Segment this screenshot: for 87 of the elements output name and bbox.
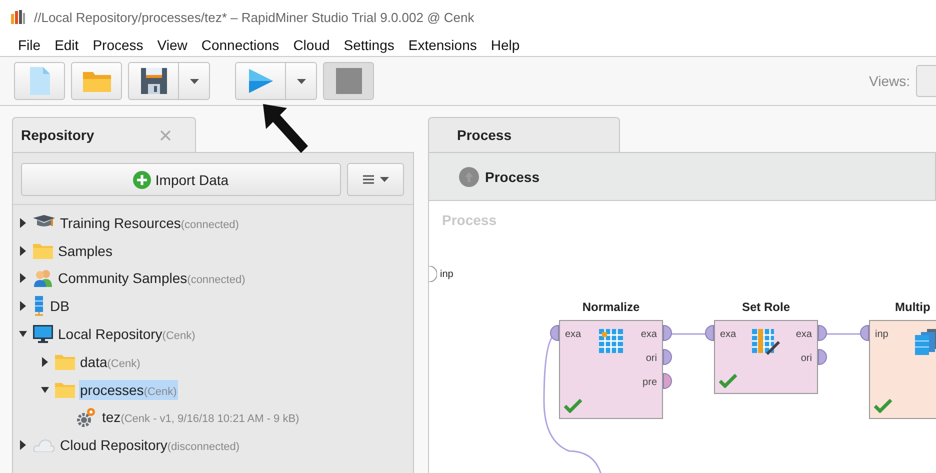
document-icon xyxy=(30,67,50,95)
port-label: inp xyxy=(875,328,888,340)
checkmark-icon xyxy=(564,399,582,413)
tree-item[interactable]: Community Samples(connected) xyxy=(57,268,246,288)
menu-item[interactable]: Extensions xyxy=(408,37,477,53)
folder-icon xyxy=(55,381,75,398)
tab-label: Repository xyxy=(21,127,94,143)
menu-item[interactable]: File xyxy=(18,37,41,53)
open-button[interactable] xyxy=(71,62,122,100)
server-icon xyxy=(33,296,45,316)
caret-icon xyxy=(296,78,306,84)
close-icon[interactable] xyxy=(160,130,171,140)
play-icon xyxy=(248,69,272,93)
operator-title: Normalize xyxy=(582,300,640,314)
menu-item[interactable]: Settings xyxy=(344,37,394,53)
collapsed-triangle-icon[interactable] xyxy=(19,273,27,284)
plus-icon xyxy=(133,170,152,188)
caret-icon xyxy=(190,78,198,84)
operator-box[interactable]: inp xyxy=(869,320,936,419)
grid-icon xyxy=(599,329,623,353)
menu-icon xyxy=(362,175,374,184)
tree-item[interactable]: Samples xyxy=(57,240,114,261)
stacked-tables-icon xyxy=(914,329,936,355)
port-icon[interactable] xyxy=(550,325,559,341)
port-icon[interactable] xyxy=(860,325,869,341)
app-logo-icon xyxy=(10,9,26,25)
collapsed-triangle-icon[interactable] xyxy=(19,440,27,450)
menu-item[interactable]: Cloud xyxy=(293,37,330,53)
port-label: exa xyxy=(640,328,657,340)
process-tab[interactable]: Process xyxy=(428,117,620,152)
port-label: pre xyxy=(642,376,657,388)
views-label: Views: xyxy=(869,73,910,89)
monitor-icon xyxy=(33,325,53,344)
checkmark-icon xyxy=(874,399,892,413)
folder-icon xyxy=(33,242,53,260)
collapsed-triangle-icon[interactable] xyxy=(41,356,49,367)
save-button[interactable] xyxy=(128,62,179,100)
tree-item[interactable]: tez(Cenk - v1, 9/16/18 10:21 AM - 9 kB) xyxy=(101,407,300,428)
port-label: exa xyxy=(565,328,582,340)
collapsed-triangle-icon[interactable] xyxy=(19,218,27,228)
tree-item[interactable]: Training Resources(connected) xyxy=(59,212,240,233)
folder-icon xyxy=(55,353,75,370)
menu-item[interactable]: Process xyxy=(92,37,144,53)
cloud-icon xyxy=(33,438,55,452)
options-menu-button[interactable] xyxy=(347,163,404,196)
port-icon[interactable] xyxy=(663,349,672,365)
tree-item[interactable]: DB xyxy=(49,296,70,316)
stop-icon xyxy=(336,68,362,94)
checkmark-icon xyxy=(719,374,737,388)
window-title: //Local Repository/processes/tez* – RapidMiner Studio Trial 9.0.002 @ Cenk xyxy=(34,10,474,24)
gears-icon xyxy=(77,407,97,428)
port-icon[interactable] xyxy=(705,325,714,341)
operator-title: Set Role xyxy=(742,300,790,314)
tree-item[interactable]: processes(Cenk) xyxy=(79,380,178,400)
port-icon[interactable] xyxy=(818,349,827,365)
caret-icon xyxy=(380,177,388,182)
repository-tab[interactable]: Repository xyxy=(12,117,196,152)
tree-item[interactable]: Local Repository(Cenk) xyxy=(57,324,196,344)
port-icon[interactable] xyxy=(818,325,827,341)
table-pencil-icon xyxy=(752,329,780,355)
import-data-button[interactable]: Import Data xyxy=(21,163,341,196)
up-icon[interactable] xyxy=(459,166,479,186)
tree-item[interactable]: Cloud Repository(disconnected) xyxy=(59,435,241,456)
collapsed-triangle-icon[interactable] xyxy=(19,301,27,312)
operator-box[interactable]: exa exa ori pre xyxy=(559,320,663,419)
operator-box[interactable]: exa exa ori xyxy=(714,320,818,394)
menu-item[interactable]: View xyxy=(157,37,188,53)
port-label: ori xyxy=(646,352,657,364)
menu-item[interactable]: Edit xyxy=(54,37,79,53)
port-icon[interactable] xyxy=(663,373,672,389)
port-icon[interactable] xyxy=(663,325,672,341)
port-label: exa xyxy=(796,328,812,340)
port-label: inp xyxy=(440,268,454,280)
run-button[interactable] xyxy=(235,62,286,100)
arrow-icon xyxy=(263,104,309,154)
port-label: exa xyxy=(720,328,736,340)
folder-icon xyxy=(82,70,110,92)
expanded-triangle-icon[interactable] xyxy=(41,384,49,395)
operator-title: Multip xyxy=(895,300,930,314)
expanded-triangle-icon[interactable] xyxy=(19,329,27,340)
menu-item[interactable]: Connections xyxy=(201,37,280,53)
breadcrumb[interactable]: Process xyxy=(485,168,540,184)
tree-item[interactable]: data(Cenk) xyxy=(79,352,142,372)
menu-item[interactable]: Help xyxy=(490,37,520,53)
collapsed-triangle-icon[interactable] xyxy=(19,246,27,256)
people-icon xyxy=(33,269,53,288)
port-label: ori xyxy=(800,352,812,364)
